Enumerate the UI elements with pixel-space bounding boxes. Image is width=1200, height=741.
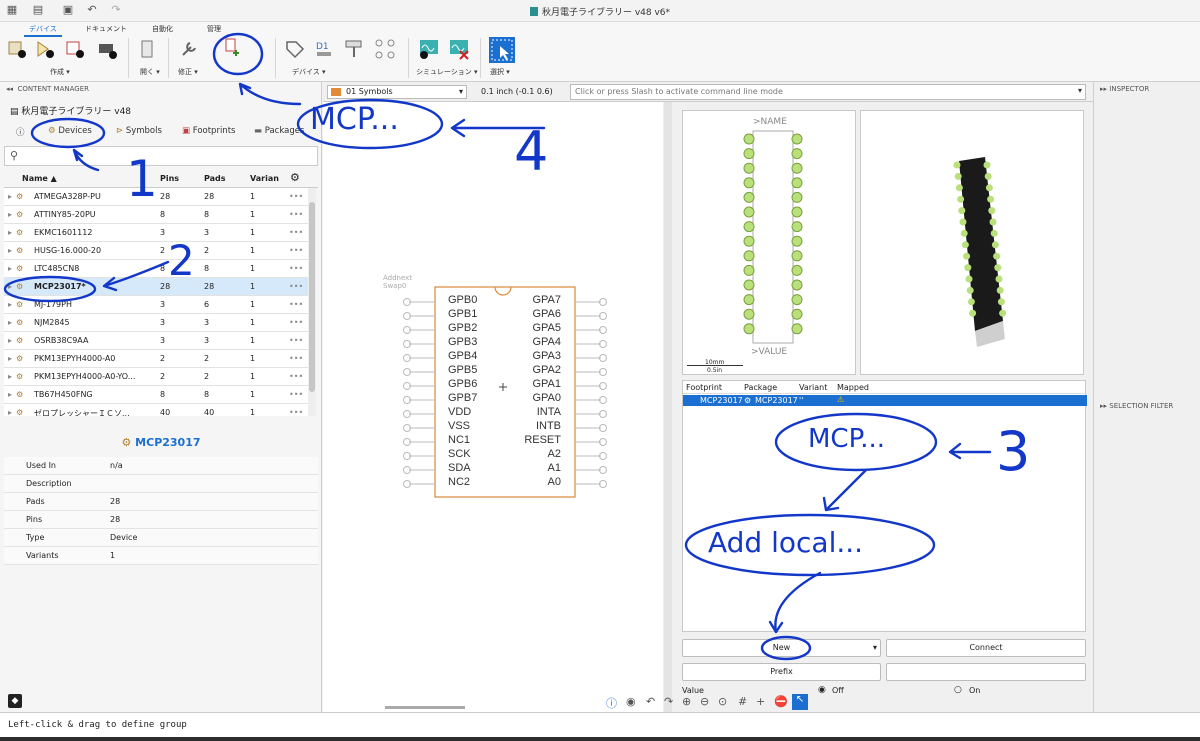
annotation-number-1: 1 (126, 150, 158, 208)
annotation-number-3: 3 (996, 420, 1031, 483)
circle-new-button-annotation (760, 635, 812, 661)
annotation-number-4: 4 (514, 120, 549, 183)
annotation-text-mcp-right: MCP... (808, 424, 886, 454)
annotation-text-mcp-top: MCP... (310, 102, 399, 137)
annotation-number-2: 2 (168, 236, 195, 285)
circle-devices-tab-annotation (30, 117, 106, 149)
arrow-annotation-2 (102, 260, 170, 292)
arrow-annotation (822, 468, 868, 512)
arrow-annotation-4 (238, 82, 302, 106)
arrow-annotation (768, 571, 822, 634)
arrow-annotation-1 (72, 148, 100, 172)
arrow-annotation-3 (948, 442, 992, 460)
circle-new-device-annotation (212, 32, 264, 76)
annotation-text-add-local: Add local... (708, 526, 864, 559)
circle-mcp23017-row-annotation (3, 275, 97, 303)
handwritten-annotations (3, 32, 992, 661)
